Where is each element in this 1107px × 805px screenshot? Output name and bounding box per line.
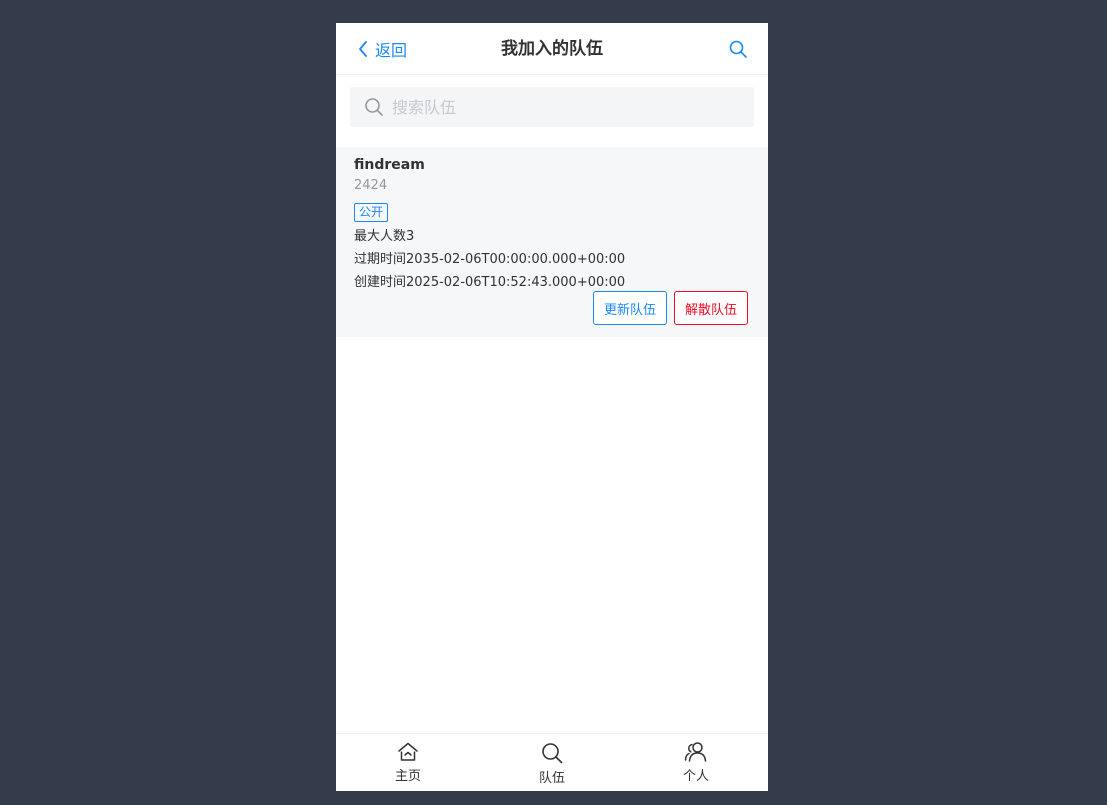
search-input[interactable] xyxy=(390,96,734,118)
tab-profile-label: 个人 xyxy=(682,769,709,784)
team-expire-time: 过期时间2035-02-06T00:00:00.000+00:00 xyxy=(354,252,626,267)
search-bar xyxy=(350,87,754,127)
nav-bar: 返回 我加入的队伍 xyxy=(336,23,768,75)
tab-home-label: 主页 xyxy=(394,769,421,784)
user-icon xyxy=(684,742,707,762)
team-description: 2424 xyxy=(354,178,388,193)
dismiss-team-button[interactable]: 解散队伍 xyxy=(674,291,748,325)
nav-search-button[interactable] xyxy=(728,39,748,59)
mobile-screen: 返回 我加入的队伍 findream 2424 公开 最大人数3 过期时间203… xyxy=(336,23,768,791)
team-card[interactable]: findream 2424 公开 最大人数3 过期时间2035-02-06T00… xyxy=(336,147,768,337)
status-badge: 公开 xyxy=(354,203,389,222)
team-created-time: 创建时间2025-02-06T10:52:43.000+00:00 xyxy=(354,275,626,290)
page-title: 我加入的队伍 xyxy=(501,39,603,59)
tab-profile[interactable]: 个人 xyxy=(624,734,768,791)
tab-home[interactable]: 主页 xyxy=(336,734,480,791)
team-max-members: 最大人数3 xyxy=(354,229,415,244)
tab-bar: 主页 队伍 个人 xyxy=(336,733,768,791)
home-icon xyxy=(398,742,418,761)
search-icon xyxy=(542,743,563,764)
search-icon xyxy=(365,98,383,116)
search-icon xyxy=(729,40,747,58)
update-team-button[interactable]: 更新队伍 xyxy=(593,291,667,325)
tab-team[interactable]: 队伍 xyxy=(480,734,624,791)
team-name: findream xyxy=(354,157,425,173)
tab-team-label: 队伍 xyxy=(538,771,565,786)
